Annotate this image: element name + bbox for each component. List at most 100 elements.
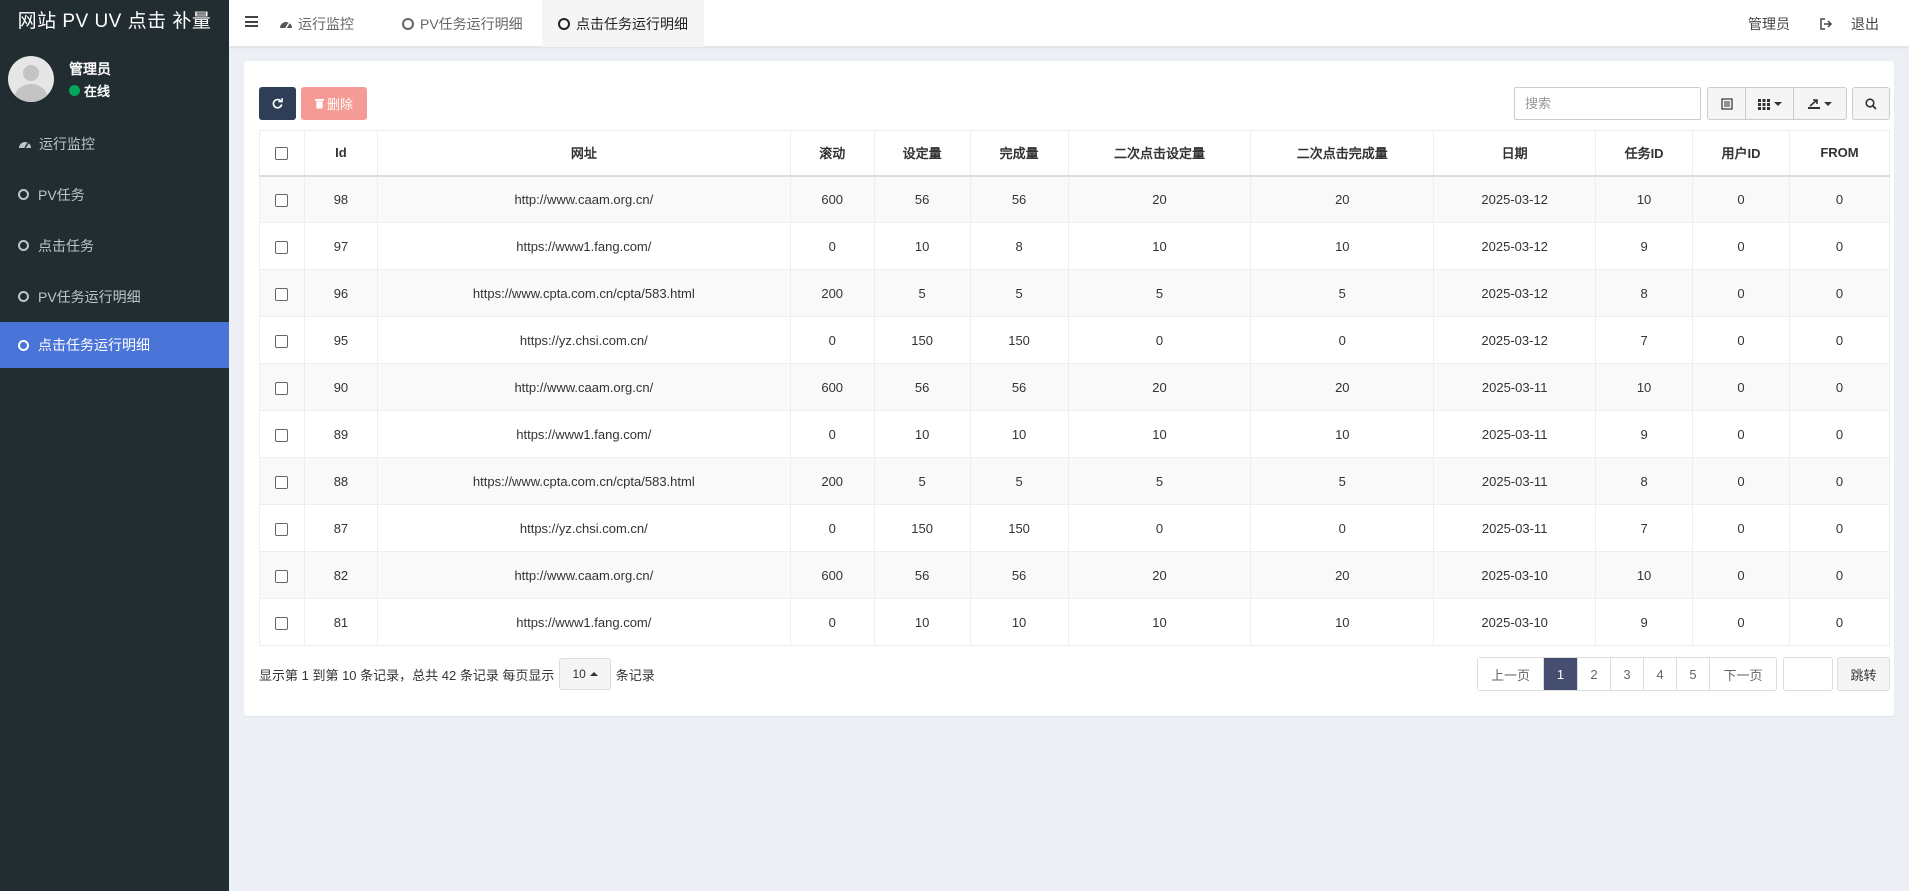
page-button[interactable]: 5: [1677, 658, 1710, 690]
table-cell: 5: [969, 269, 1069, 317]
admin-user-link[interactable]: 管理员: [1733, 14, 1805, 34]
jump-page-input[interactable]: [1783, 657, 1833, 691]
table-cell: 0: [1788, 551, 1891, 599]
table-cell: 5: [969, 457, 1069, 505]
column-header[interactable]: 网址: [376, 130, 791, 177]
table-row[interactable]: 97 https://www1.fang.com/0 10 8 10 10 2025-03-…: [259, 222, 1891, 270]
refresh-button[interactable]: [259, 87, 296, 120]
select-all-checkbox[interactable]: [275, 147, 289, 161]
columns-dropdown-button[interactable]: [1746, 88, 1794, 119]
app-brand[interactable]: 网站 PV UV 点击 补量: [0, 0, 229, 46]
sidebar-item-monitor[interactable]: 运行监控: [0, 118, 229, 169]
table-row[interactable]: 98 http://www.caam.org.cn/600 56 56 20 20 2025…: [259, 175, 1891, 223]
table-cell: 200: [789, 269, 875, 317]
table-cell: 9: [1595, 222, 1694, 270]
export-dropdown-button[interactable]: [1794, 88, 1846, 119]
row-select-cell[interactable]: [259, 598, 305, 646]
table-cell: 20: [1067, 551, 1252, 599]
table-row[interactable]: 95 https://yz.chsi.com.cn/0 150 150 0 0 2025-0…: [259, 316, 1891, 364]
table-row[interactable]: 87 https://yz.chsi.com.cn/0 150 150 0 0 2025-0…: [259, 504, 1891, 552]
table-tools-group: [1707, 87, 1847, 120]
avatar: [8, 56, 54, 102]
column-header[interactable]: 完成量: [969, 130, 1069, 177]
row-select-cell[interactable]: [259, 269, 305, 317]
table-cell: http://www.caam.org.cn/: [376, 175, 791, 223]
table-cell: 10: [1067, 410, 1252, 458]
table-cell: 56: [873, 175, 971, 223]
logout-button[interactable]: 退出: [1805, 14, 1909, 34]
page-button[interactable]: 1: [1544, 658, 1578, 690]
row-checkbox[interactable]: [275, 569, 289, 583]
sidebar-item-label: PV任务运行明细: [38, 288, 141, 305]
page-button[interactable]: 4: [1644, 658, 1677, 690]
row-checkbox[interactable]: [275, 381, 289, 395]
jump-button[interactable]: 跳转: [1837, 657, 1890, 691]
row-checkbox[interactable]: [275, 334, 289, 348]
tab-pv-detail[interactable]: PV任务运行明细: [386, 0, 539, 47]
row-select-cell[interactable]: [259, 457, 305, 505]
delete-button[interactable]: 删除: [301, 87, 367, 120]
toggle-view-button[interactable]: [1708, 88, 1746, 119]
user-panel: 管理员 在线: [0, 56, 229, 118]
row-checkbox[interactable]: [275, 287, 289, 301]
row-checkbox[interactable]: [275, 522, 289, 536]
select-all-cell[interactable]: [259, 130, 305, 177]
records-suffix: 条记录: [615, 667, 655, 683]
table-row[interactable]: 82 http://www.caam.org.cn/600 56 56 20 20 2025…: [259, 551, 1891, 599]
table-cell: 0: [789, 410, 875, 458]
page-button[interactable]: 2: [1578, 658, 1611, 690]
sidebar-item-click-detail[interactable]: 点击任务运行明细: [0, 322, 229, 368]
page-button[interactable]: 3: [1611, 658, 1644, 690]
table-row[interactable]: 90 http://www.caam.org.cn/600 56 56 20 20 2025…: [259, 363, 1891, 411]
table-row[interactable]: 89 https://www1.fang.com/0 10 10 10 10 2025-03…: [259, 410, 1891, 458]
row-checkbox[interactable]: [275, 193, 289, 207]
pagination: 上一页 1 2 3 4 5 下一页: [1477, 657, 1777, 691]
row-select-cell[interactable]: [259, 175, 305, 223]
column-header[interactable]: 设定量: [873, 130, 971, 177]
table-row[interactable]: 81 https://www1.fang.com/0 10 10 10 10 2025-03…: [259, 598, 1891, 646]
row-select-cell[interactable]: [259, 316, 305, 364]
table-row[interactable]: 96 https://www.cpta.com.cn/cpta/583.html 2…: [259, 269, 1891, 317]
prev-page-button[interactable]: 上一页: [1478, 658, 1544, 690]
search-button[interactable]: [1852, 87, 1890, 120]
tab-monitor[interactable]: 运行监控: [263, 0, 370, 47]
column-header[interactable]: 用户ID: [1692, 130, 1790, 177]
column-header[interactable]: 二次点击设定量: [1067, 130, 1252, 177]
sidebar-item-click-task[interactable]: 点击任务: [0, 220, 229, 271]
row-checkbox[interactable]: [275, 616, 289, 630]
row-select-cell[interactable]: [259, 551, 305, 599]
tab-click-detail[interactable]: 点击任务运行明细: [542, 0, 704, 47]
column-header[interactable]: 日期: [1433, 130, 1597, 177]
column-header[interactable]: FROM: [1788, 130, 1891, 177]
row-select-cell[interactable]: [259, 410, 305, 458]
row-select-cell[interactable]: [259, 222, 305, 270]
page-size-dropdown[interactable]: 10: [559, 658, 611, 690]
search-input[interactable]: [1514, 87, 1701, 120]
column-header[interactable]: 滚动: [789, 130, 875, 177]
table-cell: 10: [1595, 363, 1694, 411]
top-navbar: 运行监控 PV任务运行明细 点击任务运行明细 管理员 退出: [229, 0, 1909, 47]
table-cell: 0: [1250, 316, 1435, 364]
row-select-cell[interactable]: [259, 363, 305, 411]
row-select-cell[interactable]: [259, 504, 305, 552]
sidebar-item-pv-detail[interactable]: PV任务运行明细: [0, 271, 229, 322]
records-summary: 显示第 1 到第 10 条记录，总共 42 条记录 每页显示: [259, 667, 555, 683]
table-cell: 20: [1250, 363, 1435, 411]
column-header[interactable]: 二次点击完成量: [1250, 130, 1435, 177]
row-checkbox[interactable]: [275, 240, 289, 254]
column-header[interactable]: Id: [303, 130, 378, 177]
table-cell: 97: [303, 222, 378, 270]
table-cell: 0: [1692, 551, 1790, 599]
sidebar-item-pv-task[interactable]: PV任务: [0, 169, 229, 220]
table-cell: https://www1.fang.com/: [376, 410, 791, 458]
chevron-up-icon: [589, 672, 598, 676]
row-checkbox[interactable]: [275, 428, 289, 442]
next-page-button[interactable]: 下一页: [1710, 658, 1776, 690]
row-checkbox[interactable]: [275, 475, 289, 489]
column-header[interactable]: 任务ID: [1595, 130, 1694, 177]
table-cell: https://www.cpta.com.cn/cpta/583.html: [376, 269, 791, 317]
list-icon: [1720, 97, 1733, 110]
menu-toggle-icon[interactable]: [245, 16, 258, 27]
table-cell: 20: [1067, 175, 1252, 223]
table-row[interactable]: 88 https://www.cpta.com.cn/cpta/583.html 2…: [259, 457, 1891, 505]
